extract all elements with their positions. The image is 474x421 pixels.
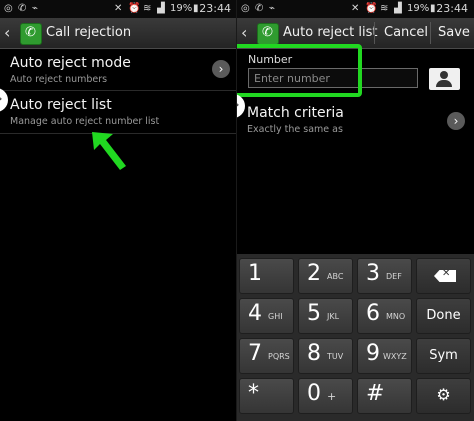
list-item-auto-reject-mode[interactable]: Auto reject mode Auto reject numbers ›: [0, 49, 237, 89]
save-button[interactable]: Save: [438, 25, 470, 40]
action-bar: ‹ ✆ Call rejection: [0, 18, 237, 49]
page-title: Auto reject list: [283, 25, 378, 40]
phone-icon: ✆: [18, 3, 27, 14]
key-digit: 8: [307, 341, 321, 366]
key-digit: 4: [248, 301, 262, 326]
key-digit: 1: [248, 261, 262, 286]
key-hash[interactable]: #: [357, 378, 412, 414]
pointer-arrow: [92, 132, 126, 170]
sym-label: Sym: [429, 348, 458, 363]
wifi-icon: ≋: [380, 3, 389, 14]
key-letters: MNO: [386, 312, 406, 321]
status-bar: ◎ ✆ ⌁ ✕ ⏰ ≋ ▟ 19% ▮ 23:44: [0, 0, 237, 18]
key-7[interactable]: 7 PQRS: [239, 338, 294, 374]
key-digit: #: [366, 381, 385, 406]
key-digit: 0: [307, 381, 321, 406]
key-0[interactable]: 0 +: [298, 378, 353, 414]
gear-icon: ⚙: [436, 385, 451, 404]
contact-icon: [440, 71, 448, 79]
wifi-icon: ≋: [143, 3, 152, 14]
list-item-title: Auto reject list: [10, 97, 112, 113]
key-3[interactable]: 3 DEF: [357, 258, 412, 294]
key-digit: 2: [307, 261, 321, 286]
auto-reject-list-screen: ◎ ✆ ⌁ ✕ ⏰ ≋ ▟ 19% ▮ 23:44 ‹ ✆ Auto rejec…: [237, 0, 474, 421]
call-rejection-screen: ◎ ✆ ⌁ ✕ ⏰ ≋ ▟ 19% ▮ 23:44 ‹ ✆ Call rejec…: [0, 0, 237, 421]
key-letters: JKL: [327, 312, 340, 321]
signal-icon: ▟: [394, 3, 402, 14]
alarm-icon: ⏰: [128, 3, 141, 14]
key-letters: TUV: [327, 352, 344, 361]
contact-icon-body: [436, 80, 452, 87]
action-separator: [430, 22, 431, 44]
key-letters: +: [327, 390, 337, 403]
done-label: Done: [426, 308, 461, 323]
usb-icon: ⌁: [32, 3, 39, 14]
key-letters: ABC: [327, 272, 344, 281]
key-letters: GHI: [268, 312, 283, 321]
back-chevron-icon[interactable]: ‹: [4, 23, 10, 42]
phone-app-icon[interactable]: ✆: [20, 23, 42, 45]
backspace-icon: ✕: [434, 270, 456, 282]
phone-app-icon[interactable]: ✆: [257, 23, 279, 45]
settings-key[interactable]: ⚙: [416, 378, 471, 414]
cancel-button[interactable]: Cancel: [384, 25, 428, 40]
battery-icon: ▮: [430, 3, 436, 14]
page-title: Call rejection: [46, 25, 132, 40]
chevron-right-icon[interactable]: ›: [447, 112, 465, 130]
list-item-subtitle: Auto reject numbers: [10, 74, 108, 85]
chevron-right-icon[interactable]: ›: [212, 60, 230, 78]
clock: 23:44: [436, 2, 468, 15]
numeric-keypad: 1 2 ABC 3 DEF ✕ 4 GHI 5 JKL 6 MNO Done 7 PQRS …: [237, 254, 474, 421]
battery-icon: ▮: [193, 3, 199, 14]
key-5[interactable]: 5 JKL: [298, 298, 353, 334]
list-item-title: Match criteria: [247, 105, 344, 121]
sym-key[interactable]: Sym: [416, 338, 471, 374]
key-letters: WXYZ: [383, 352, 407, 361]
key-4[interactable]: 4 GHI: [239, 298, 294, 334]
key-letters: DEF: [386, 272, 402, 281]
backspace-key[interactable]: ✕: [416, 258, 471, 294]
done-key[interactable]: Done: [416, 298, 471, 334]
whatsapp-icon: ◎: [4, 3, 13, 14]
key-1[interactable]: 1: [239, 258, 294, 294]
battery-percent: 19%: [407, 3, 430, 14]
key-digit: *: [248, 381, 259, 406]
key-8[interactable]: 8 TUV: [298, 338, 353, 374]
key-digit: 6: [366, 301, 380, 326]
clock: 23:44: [199, 2, 231, 15]
key-6[interactable]: 6 MNO: [357, 298, 412, 334]
usb-icon: ⌁: [269, 3, 276, 14]
list-item-subtitle: Exactly the same as: [247, 124, 343, 135]
phone-icon: ✆: [255, 3, 264, 14]
battery-percent: 19%: [170, 3, 193, 14]
key-letters: PQRS: [268, 352, 290, 361]
contacts-button[interactable]: [429, 68, 460, 90]
back-chevron-icon[interactable]: ‹: [241, 23, 247, 42]
status-bar: ◎ ✆ ⌁ ✕ ⏰ ≋ ▟ 19% ▮ 23:44: [237, 0, 474, 18]
list-item-match-criteria[interactable]: Match criteria Exactly the same as ›: [237, 103, 474, 143]
key-star[interactable]: *: [239, 378, 294, 414]
alarm-icon: ⏰: [365, 3, 378, 14]
mute-icon: ✕: [351, 3, 360, 14]
key-digit: 9: [366, 341, 380, 366]
key-9[interactable]: 9 WXYZ: [357, 338, 412, 374]
key-digit: 7: [248, 341, 262, 366]
action-separator: [374, 22, 375, 44]
highlight-box: [237, 44, 362, 97]
key-digit: 3: [366, 261, 380, 286]
mute-icon: ✕: [114, 3, 123, 14]
whatsapp-icon: ◎: [241, 3, 250, 14]
key-digit: 5: [307, 301, 321, 326]
signal-icon: ▟: [157, 3, 165, 14]
key-2[interactable]: 2 ABC: [298, 258, 353, 294]
list-item-title: Auto reject mode: [10, 55, 131, 71]
